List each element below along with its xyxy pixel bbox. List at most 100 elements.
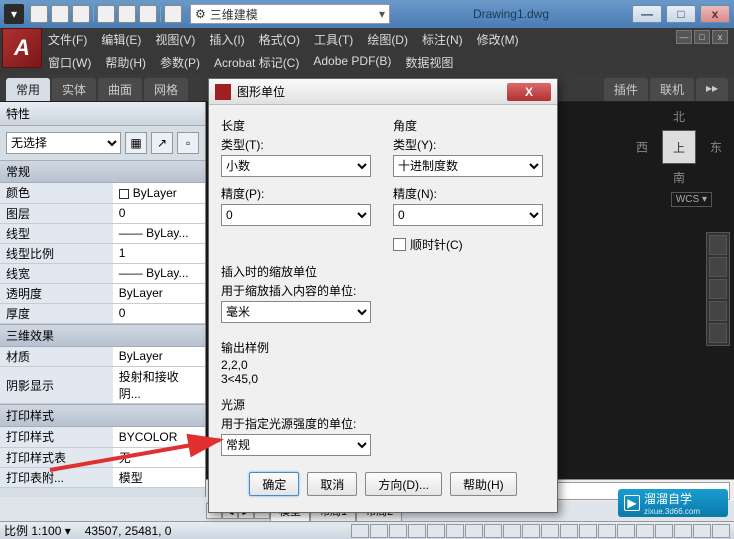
ducs-toggle-icon[interactable] <box>465 524 483 538</box>
property-row[interactable]: 打印样式BYCOLOR <box>0 427 205 447</box>
dialog-titlebar[interactable]: 图形单位 X <box>209 79 557 105</box>
menu-window[interactable]: 窗口(W) <box>48 54 91 71</box>
tab-plugin[interactable]: 插件 <box>604 78 648 101</box>
nav-showmotion-icon[interactable] <box>709 323 727 343</box>
property-value[interactable]: —— ByLay... <box>113 223 205 243</box>
property-value[interactable]: 模型 <box>113 467 205 487</box>
menu-format[interactable]: 格式(O) <box>259 31 300 48</box>
tab-solid[interactable]: 实体 <box>52 78 96 101</box>
lwt-toggle-icon[interactable] <box>503 524 521 538</box>
cube-west[interactable]: 西 <box>636 139 648 156</box>
quick-select-icon[interactable]: ▦ <box>125 132 147 154</box>
view-cube[interactable]: 北 南 西 东 上 <box>644 112 714 182</box>
length-precision-dropdown[interactable]: 0 <box>221 204 371 226</box>
wsadd-icon[interactable] <box>617 524 635 538</box>
nav-orbit-icon[interactable] <box>709 301 727 321</box>
property-row[interactable]: 打印样式表无 <box>0 447 205 467</box>
tab-surface[interactable]: 曲面 <box>98 78 142 101</box>
property-value[interactable]: —— ByLay... <box>113 263 205 283</box>
grid-toggle-icon[interactable] <box>370 524 388 538</box>
polar-toggle-icon[interactable] <box>408 524 426 538</box>
ortho-toggle-icon[interactable] <box>389 524 407 538</box>
property-row[interactable]: 厚度0 <box>0 303 205 323</box>
property-group-header[interactable]: 打印样式 <box>0 404 205 427</box>
menu-draw[interactable]: 绘图(D) <box>367 31 408 48</box>
clean-icon[interactable] <box>712 524 730 538</box>
dialog-close-button[interactable]: X <box>507 83 551 101</box>
qat-open-icon[interactable] <box>51 5 69 23</box>
property-row[interactable]: 线型—— ByLay... <box>0 223 205 243</box>
isolate-icon[interactable] <box>693 524 711 538</box>
property-value[interactable]: 投射和接收阴... <box>113 367 205 404</box>
nav-zoom-icon[interactable] <box>709 279 727 299</box>
qat-new-icon[interactable] <box>30 5 48 23</box>
osnap-toggle-icon[interactable] <box>427 524 445 538</box>
menu-adobepdf[interactable]: Adobe PDF(B) <box>313 54 391 71</box>
menu-dimension[interactable]: 标注(N) <box>422 31 463 48</box>
app-logo-icon[interactable]: A <box>2 28 42 68</box>
menu-modify[interactable]: 修改(M) <box>477 31 519 48</box>
help-button[interactable]: 帮助(H) <box>450 472 517 496</box>
hardware-icon[interactable] <box>674 524 692 538</box>
property-row[interactable]: 透明度ByLayer <box>0 283 205 303</box>
mdi-max-icon[interactable]: □ <box>694 30 710 44</box>
app-menu-icon[interactable]: ▾ <box>4 4 24 24</box>
clockwise-checkbox[interactable] <box>393 238 406 251</box>
menu-insert[interactable]: 插入(I) <box>209 31 244 48</box>
cube-north[interactable]: 北 <box>673 108 685 125</box>
menu-tools[interactable]: 工具(T) <box>314 31 353 48</box>
annoscale-icon[interactable] <box>579 524 597 538</box>
tab-mesh[interactable]: 网格 <box>144 78 188 101</box>
cube-top-face[interactable]: 上 <box>662 130 696 164</box>
property-row[interactable]: 阴影显示投射和接收阴... <box>0 367 205 404</box>
select-objects-icon[interactable]: ↗ <box>151 132 173 154</box>
menu-acrobat[interactable]: Acrobat 标记(C) <box>214 54 299 71</box>
property-value[interactable]: 无 <box>113 447 205 467</box>
minimize-button[interactable]: — <box>632 5 662 23</box>
property-value[interactable]: ByLayer <box>113 183 205 203</box>
workspace-dropdown[interactable]: ⚙ 三维建模 ▾ <box>190 4 390 24</box>
pickadd-icon[interactable]: ▫ <box>177 132 199 154</box>
nav-wheel-icon[interactable] <box>709 235 727 255</box>
menu-dataview[interactable]: 数据视图 <box>405 54 453 71</box>
property-group-header[interactable]: 三维效果 <box>0 324 205 347</box>
property-row[interactable]: 颜色ByLayer <box>0 183 205 203</box>
selection-dropdown[interactable]: 无选择 <box>6 132 121 154</box>
menu-view[interactable]: 视图(V) <box>155 31 195 48</box>
sc-toggle-icon[interactable] <box>541 524 559 538</box>
property-value[interactable]: 0 <box>113 303 205 323</box>
dyn-toggle-icon[interactable] <box>484 524 502 538</box>
qat-undo-icon[interactable] <box>118 5 136 23</box>
scale-display[interactable]: 比例 1:100 ▾ <box>4 522 71 539</box>
mdi-close-icon[interactable]: x <box>712 30 728 44</box>
property-row[interactable]: 线宽—— ByLay... <box>0 263 205 283</box>
property-row[interactable]: 线型比例1 <box>0 243 205 263</box>
property-row[interactable]: 打印表附...模型 <box>0 467 205 487</box>
lock-icon[interactable] <box>655 524 673 538</box>
property-group-header[interactable]: 常规 <box>0 160 205 183</box>
model-toggle-icon[interactable] <box>560 524 578 538</box>
maximize-button[interactable]: □ <box>666 5 696 23</box>
menu-file[interactable]: 文件(F) <box>48 31 87 48</box>
snap-toggle-icon[interactable] <box>351 524 369 538</box>
angle-type-dropdown[interactable]: 十进制度数 <box>393 155 543 177</box>
menu-edit[interactable]: 编辑(E) <box>101 31 141 48</box>
tab-expand-icon[interactable]: ▸▸ <box>696 78 728 101</box>
qat-redo-icon[interactable] <box>139 5 157 23</box>
tab-online[interactable]: 联机 <box>650 78 694 101</box>
annovis-icon[interactable] <box>598 524 616 538</box>
ws-icon[interactable] <box>636 524 654 538</box>
menu-params[interactable]: 参数(P) <box>160 54 200 71</box>
menu-help[interactable]: 帮助(H) <box>105 54 146 71</box>
property-value[interactable]: ByLayer <box>113 283 205 303</box>
mdi-min-icon[interactable]: — <box>676 30 692 44</box>
ok-button[interactable]: 确定 <box>249 472 299 496</box>
otrack-toggle-icon[interactable] <box>446 524 464 538</box>
property-value[interactable]: 1 <box>113 243 205 263</box>
tab-common[interactable]: 常用 <box>6 78 50 101</box>
cancel-button[interactable]: 取消 <box>307 472 357 496</box>
property-row[interactable]: 图层0 <box>0 203 205 223</box>
cube-east[interactable]: 东 <box>710 139 722 156</box>
qat-save-icon[interactable] <box>72 5 90 23</box>
nav-pan-icon[interactable] <box>709 257 727 277</box>
